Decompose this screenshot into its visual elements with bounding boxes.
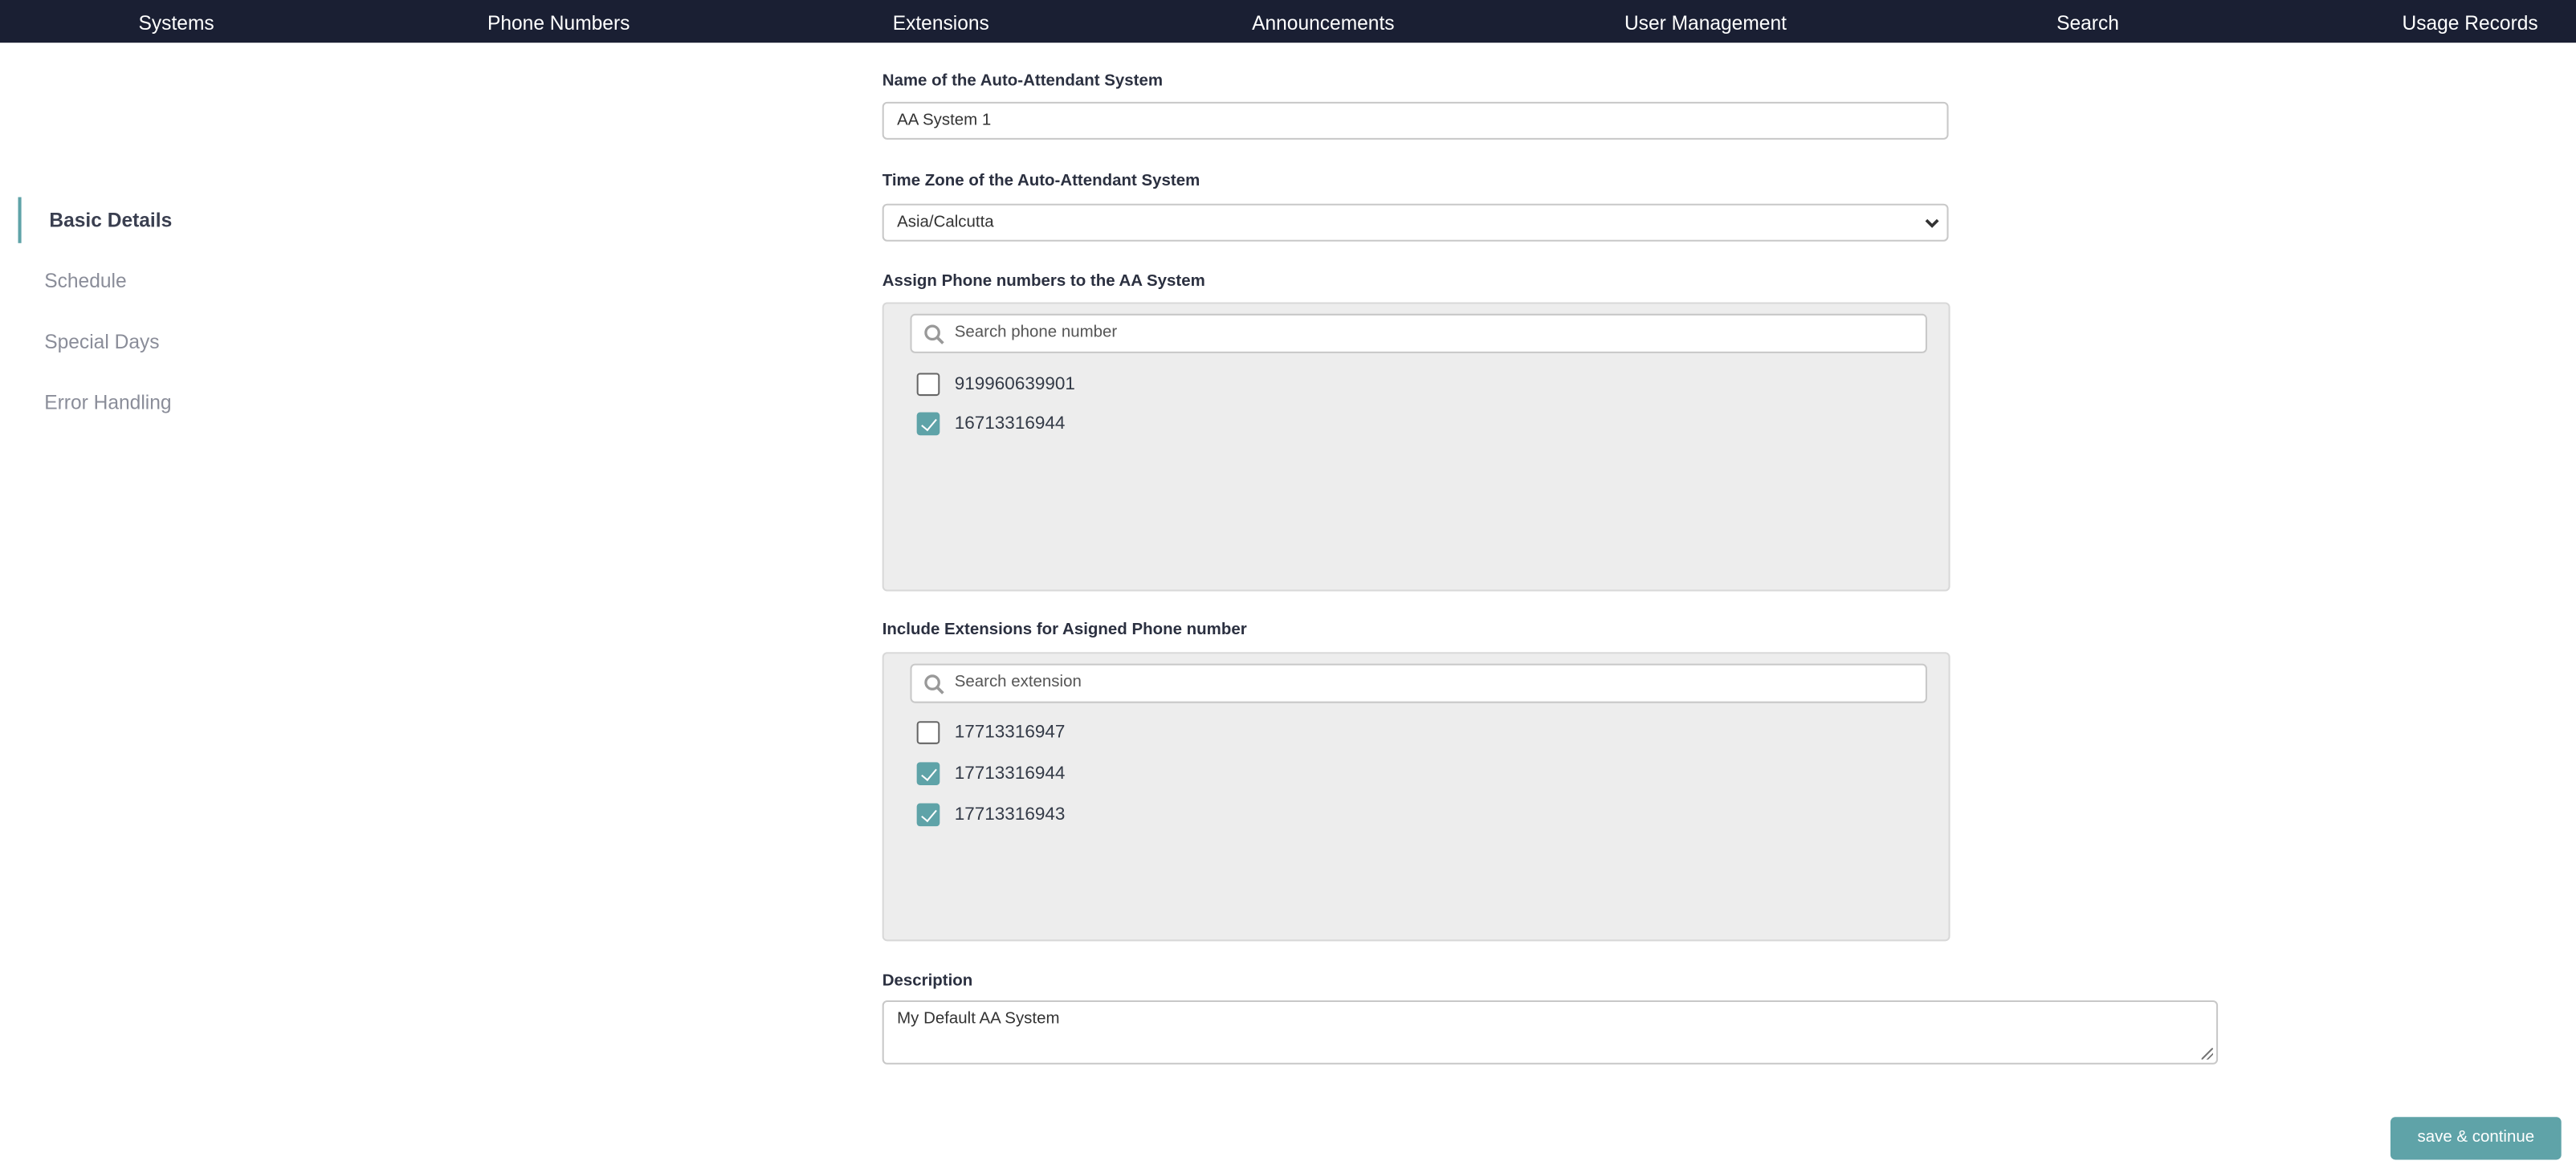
chevron-down-icon [1924,206,1940,256]
phone-number: 919960639901 [954,374,1075,395]
name-label: Name of the Auto-Attendant System [882,72,1164,91]
phone-item[interactable]: 919960639901 [916,373,1075,397]
phone-number: 16713316944 [954,413,1066,434]
sidebar-item-error-handling[interactable]: Error Handling [44,391,171,414]
extension-number: 17713316944 [954,764,1066,784]
sidebar-item-schedule[interactable]: Schedule [44,270,126,293]
nav-usage-records[interactable]: Usage Records [2279,0,2576,43]
extension-number: 17713316947 [954,723,1066,743]
extension-item[interactable]: 17713316943 [916,803,1066,827]
nav-search[interactable]: Search [1897,0,2279,43]
phone-search-placeholder: Search phone number [954,324,1118,342]
extension-item[interactable]: 17713316947 [916,721,1066,744]
save-continue-button[interactable]: save & continue [2390,1117,2562,1160]
phone-number-list: Search phone number 919960639901 1671331… [882,302,1950,592]
description-label: Description [882,972,973,991]
search-icon [924,674,944,694]
phone-search-input[interactable]: Search phone number [910,313,1927,353]
extensions-label: Include Extensions for Asigned Phone num… [882,621,1247,639]
nav-extensions[interactable]: Extensions [750,0,1132,43]
extension-item[interactable]: 17713316944 [916,762,1066,785]
nav-systems[interactable]: Systems [0,0,368,43]
sidebar-item-basic-details[interactable]: Basic Details [49,209,172,232]
checkbox-checked[interactable] [916,412,940,436]
phones-label: Assign Phone numbers to the AA System [882,272,1205,291]
timezone-value: Asia/Calcutta [897,213,994,232]
nav-phone-numbers[interactable]: Phone Numbers [368,0,750,43]
phone-item[interactable]: 16713316944 [916,412,1066,436]
name-input[interactable]: AA System 1 [882,101,1949,140]
nav-user-management[interactable]: User Management [1514,0,1897,43]
checkbox-checked[interactable] [916,803,940,827]
nav-announcements[interactable]: Announcements [1132,0,1514,43]
top-nav: Systems Phone Numbers Extensions Announc… [0,0,2576,43]
extension-list: Search extension 17713316947 17713316944… [882,652,1950,942]
checkbox[interactable] [916,721,940,744]
extension-number: 17713316943 [954,804,1066,825]
checkbox[interactable] [916,373,940,397]
timezone-label: Time Zone of the Auto-Attendant System [882,172,1200,191]
resize-handle-icon[interactable] [2201,1048,2213,1060]
description-textarea[interactable]: My Default AA System [882,1000,2219,1065]
active-indicator [18,197,22,243]
search-icon [924,324,944,344]
extension-search-placeholder: Search extension [954,673,1082,692]
sidebar-item-special-days[interactable]: Special Days [44,330,159,353]
extension-search-input[interactable]: Search extension [910,663,1927,703]
timezone-select[interactable]: Asia/Calcutta [882,203,1949,242]
checkbox-checked[interactable] [916,762,940,785]
description-value: My Default AA System [897,1010,1060,1028]
